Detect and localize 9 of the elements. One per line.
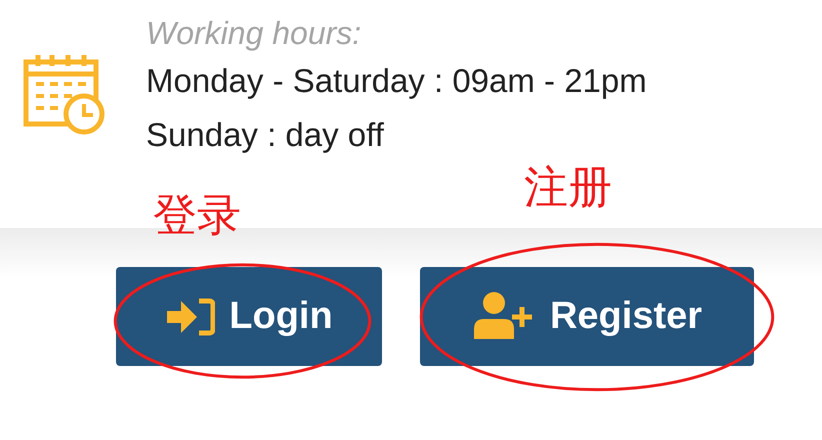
hours-line: Monday - Saturday : 09am - 21pm [146, 61, 647, 101]
annotation-label: 注册 [524, 164, 612, 212]
login-button[interactable]: Login [116, 267, 382, 366]
register-button[interactable]: Register [420, 267, 754, 366]
calendar-clock-icon [22, 52, 106, 136]
hours-line: Sunday : day off [146, 115, 385, 155]
sign-in-icon [165, 296, 216, 336]
annotation-label: 登录 [153, 192, 241, 240]
working-hours-title: Working hours: [146, 14, 362, 53]
